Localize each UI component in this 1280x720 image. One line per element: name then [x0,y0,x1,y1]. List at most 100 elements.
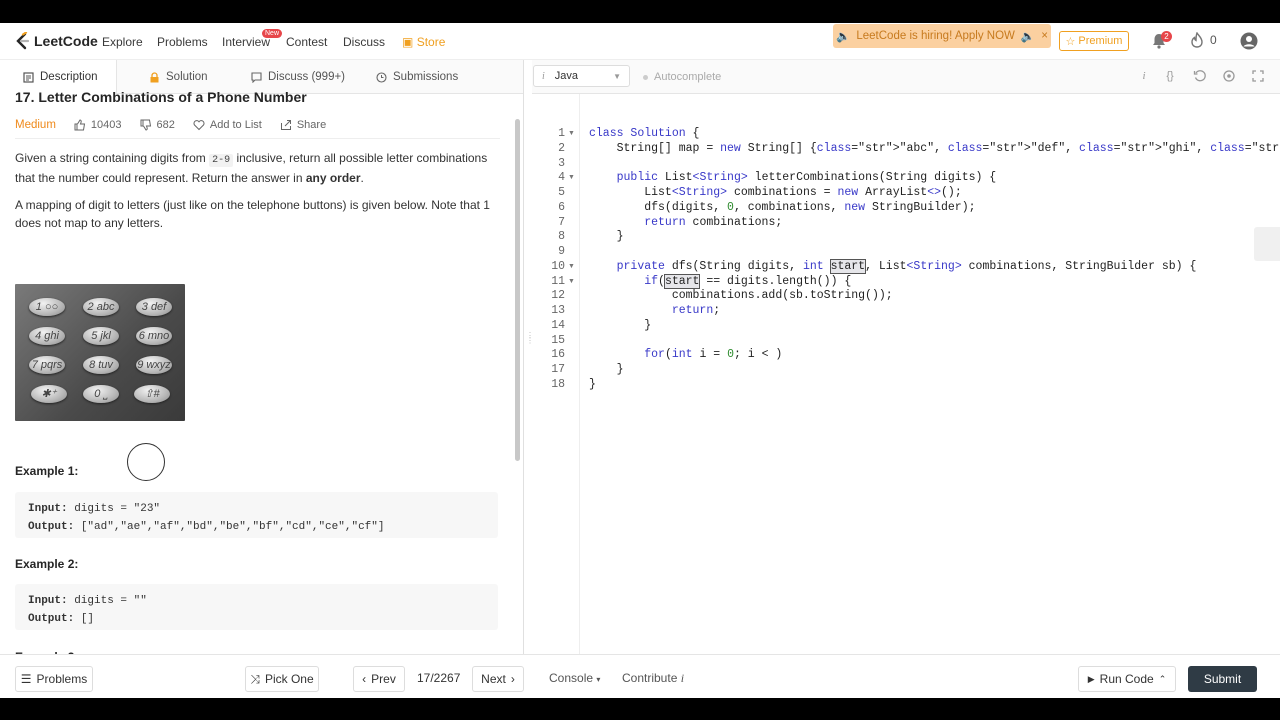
leetcode-logo[interactable]: LeetCode [14,32,98,50]
list-icon: ☰ [20,672,32,686]
side-panel-handle[interactable] [1254,227,1280,261]
keypad-key: ✱⁺ [31,385,67,403]
code-line[interactable]: dfs(digits, 0, combinations, new StringB… [589,201,975,214]
nav-explore[interactable]: Explore [102,35,143,49]
line-number: 1 [558,127,565,140]
submit-button[interactable]: Submit [1188,666,1257,692]
example-2-output: Output: [] [28,610,485,628]
keypad-key: 5 jkl [83,327,119,345]
pick-one-label: Pick One [264,672,314,686]
line-number: 14 [551,318,565,332]
info-icon[interactable]: i [1137,69,1151,83]
nav-problems[interactable]: Problems [157,35,208,49]
description-scrollbar[interactable] [515,119,520,461]
console-label: Console [549,671,594,685]
problem-title: 17. Letter Combinations of a Phone Numbe… [15,89,307,105]
document-icon [23,71,34,83]
code-line[interactable]: } [589,363,624,376]
code-line[interactable]: } [589,319,651,332]
top-nav: LeetCode Explore Problems Interview New … [0,23,1280,60]
contribute-link[interactable]: Contribute i [622,671,684,686]
code-line[interactable]: combinations.add(sb.toString()); [589,289,893,302]
keypad-key: 1 ○○ [29,298,65,316]
hiring-banner[interactable]: 🔈 LeetCode is hiring! Apply NOW 🔈 × [833,24,1051,48]
example-2-title: Example 2: [15,557,79,571]
problems-button[interactable]: ☰ Problems [15,666,93,692]
chat-icon [251,71,262,83]
line-number: 4 [558,171,565,185]
chevron-left-icon: ‹ [362,672,367,686]
close-icon[interactable]: × [1041,30,1048,42]
mapping-note: A mapping of digit to letters (just like… [15,198,490,230]
pick-one-button[interactable]: ⤨ Pick One [245,666,319,692]
nav-discuss[interactable]: Discuss [343,35,385,49]
line-number: 17 [551,363,565,376]
language-select[interactable]: i Java ▼ [533,65,630,87]
line-number: 16 [551,348,565,362]
code-line[interactable]: return combinations; [589,216,782,229]
chevron-right-icon: › [510,672,515,686]
input-value: digits = "23" [67,503,161,515]
star-icon: ☆ [1065,35,1076,48]
code-line[interactable]: String[] map = new String[] {class="str"… [589,142,1280,155]
fold-chevron-icon[interactable]: ▼ [568,130,575,137]
store-label: Store [416,35,446,49]
fold-chevron-icon[interactable]: ▼ [568,278,575,285]
share-button[interactable]: Share [280,119,326,131]
premium-label: Premium [1078,35,1123,47]
code-line[interactable]: public List<String> letterCombinations(S… [589,171,997,184]
premium-button[interactable]: ☆ Premium [1059,31,1129,51]
prev-button[interactable]: ‹ Prev [353,666,405,692]
code-line[interactable]: } [589,230,624,243]
input-label: Input: [28,503,68,515]
clock-icon [376,71,387,83]
likes-count: 10403 [90,118,122,131]
tab-submissions[interactable]: Submissions [376,60,458,94]
run-code-button[interactable]: ▶ Run Code ⌃ [1078,666,1176,692]
output-value: [] [74,613,95,625]
next-button[interactable]: Next › [472,666,524,692]
add-to-list-button[interactable]: Add to List [193,119,262,131]
output-value: ["ad","ae","af","bd","be","bf","cd","ce"… [74,521,385,533]
digit-range-code: 2-9 [209,154,234,167]
new-badge: New [262,29,283,38]
user-avatar-icon[interactable] [1240,32,1258,50]
fold-chevron-icon[interactable]: ▼ [568,174,575,181]
chevron-down-icon: ▼ [613,71,621,81]
code-line[interactable]: private dfs(String digits, int start, Li… [589,258,1196,274]
code-line[interactable]: } [589,378,596,391]
code-line[interactable]: List<String> combinations = new ArrayLis… [589,186,962,199]
settings-icon[interactable] [1222,69,1236,83]
line-number: 2 [558,141,565,155]
streak-counter[interactable]: 0 [1190,32,1217,48]
add-to-list-label: Add to List [209,118,262,131]
keypad-key: 0 ⎵ [83,385,119,403]
shuffle-icon: ⤨ [250,671,260,686]
code-line[interactable]: return; [589,304,720,317]
output-label: Output: [28,521,75,533]
code-line[interactable]: if(start == digits.length()) { [589,273,851,289]
nav-contest[interactable]: Contest [286,35,327,49]
tab-submissions-label: Submissions [393,71,459,83]
fullscreen-icon[interactable] [1251,69,1265,83]
keypad-key: 7 pqrs [29,356,65,374]
example-1-title: Example 1: [15,464,79,478]
heart-icon [193,119,205,130]
info-icon: i [680,671,685,685]
dislike-button[interactable]: 682 [140,119,175,131]
problems-label: Problems [36,672,88,686]
braces-icon[interactable]: {} [1163,69,1177,83]
code-editor-panel: i Java ▼ Autocomplete i {} 1 ▼ 2 3 4 ▼ 5 6 7 8 9 10… [532,60,1280,654]
leetcode-logo-icon [16,32,30,50]
contribute-label: Contribute [622,671,678,685]
autocomplete-label: Autocomplete [654,71,722,83]
nav-store[interactable]: ▣ Store [402,35,445,49]
console-toggle[interactable]: Console ▾ [549,671,600,685]
code-line[interactable]: for(int i = 0; i < ) [589,348,782,361]
like-button[interactable]: 10403 [74,119,122,131]
line-number: 13 [551,304,565,317]
fold-chevron-icon[interactable]: ▼ [568,263,575,270]
reset-icon[interactable] [1193,69,1207,83]
autocomplete-toggle[interactable]: Autocomplete [643,71,721,83]
code-line[interactable]: class Solution { [589,127,699,140]
